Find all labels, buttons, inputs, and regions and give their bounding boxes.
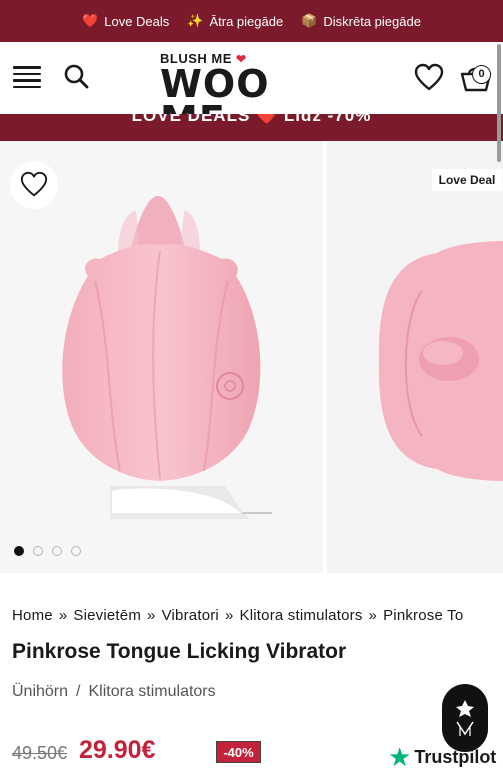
breadcrumb-current: Pinkrose To bbox=[383, 607, 464, 624]
trustpilot-star-icon: ★ bbox=[388, 742, 412, 772]
product-gallery[interactable]: Love Deal bbox=[0, 141, 503, 573]
product-image-main[interactable] bbox=[0, 141, 323, 573]
breadcrumb-clit-stimulators[interactable]: Klitora stimulators bbox=[240, 607, 363, 624]
package-icon: 📦 bbox=[301, 13, 318, 28]
add-to-wishlist-button[interactable] bbox=[10, 161, 58, 209]
accessibility-icon bbox=[456, 700, 474, 736]
menu-icon[interactable] bbox=[13, 66, 41, 88]
gallery-dot-2[interactable] bbox=[33, 546, 43, 556]
gallery-dot-4[interactable] bbox=[71, 546, 81, 556]
sparkles-icon: ✨ bbox=[187, 13, 204, 28]
red-heart-icon: ❤️ bbox=[82, 13, 99, 28]
site-header: BLUSH ME ❤ WOO ME 0 bbox=[0, 42, 503, 140]
breadcrumb-vibrators[interactable]: Vibratori bbox=[162, 607, 219, 624]
breadcrumb-home[interactable]: Home bbox=[12, 607, 53, 624]
promo-banner[interactable]: LOVE DEALS ❤️ Līdz -70% bbox=[0, 114, 503, 141]
heart-outline-icon bbox=[20, 171, 48, 197]
love-deal-badge: Love Deal bbox=[432, 169, 502, 191]
trustpilot-widget[interactable]: ★ Trustpilot bbox=[388, 742, 497, 772]
brand-link[interactable]: Ünihörn bbox=[12, 683, 68, 700]
product-image-secondary[interactable] bbox=[327, 141, 503, 573]
search-icon[interactable] bbox=[62, 62, 92, 92]
love-deals-label: Love Deals bbox=[104, 13, 170, 29]
announcement-bar: ❤️ Love Deals ✨ Ātra piegāde 📦 Diskrēta … bbox=[0, 0, 503, 42]
discreet-delivery-label: Diskrēta piegāde bbox=[323, 13, 421, 29]
promo-text: LOVE DEALS ❤️ Līdz -70% bbox=[131, 114, 372, 125]
old-price: 49.50€ bbox=[12, 743, 68, 763]
wishlist-heart-icon[interactable] bbox=[413, 62, 445, 94]
cart-icon[interactable]: 0 bbox=[458, 60, 494, 96]
breadcrumb-women[interactable]: Sievietēm bbox=[73, 607, 141, 624]
discount-badge: -40% bbox=[216, 741, 261, 763]
page-scrollbar[interactable] bbox=[497, 44, 501, 162]
product-title: Pinkrose Tongue Licking Vibrator bbox=[12, 640, 347, 663]
cart-count-badge: 0 bbox=[472, 65, 491, 84]
sale-price: 29.90€ bbox=[79, 736, 156, 764]
site-logo[interactable]: BLUSH ME ❤ WOO ME bbox=[160, 52, 345, 140]
love-deals-notice[interactable]: ❤️ Love Deals bbox=[82, 13, 169, 29]
trustpilot-label: Trustpilot bbox=[414, 746, 497, 767]
accessibility-widget-button[interactable] bbox=[442, 684, 488, 752]
breadcrumb: Home» Sievietēm» Vibratori» Klitora stimula… bbox=[12, 607, 464, 624]
gallery-pagination bbox=[14, 546, 81, 556]
category-link[interactable]: Klitora stimulators bbox=[88, 683, 215, 700]
gallery-dot-3[interactable] bbox=[52, 546, 62, 556]
discreet-delivery-notice: 📦 Diskrēta piegāde bbox=[301, 13, 421, 29]
fast-delivery-label: Ātra piegāde bbox=[209, 13, 284, 29]
fast-delivery-notice: ✨ Ātra piegāde bbox=[187, 13, 283, 29]
product-brand-category: Ünihörn / Klitora stimulators bbox=[12, 683, 216, 700]
gallery-dot-1[interactable] bbox=[14, 546, 24, 556]
